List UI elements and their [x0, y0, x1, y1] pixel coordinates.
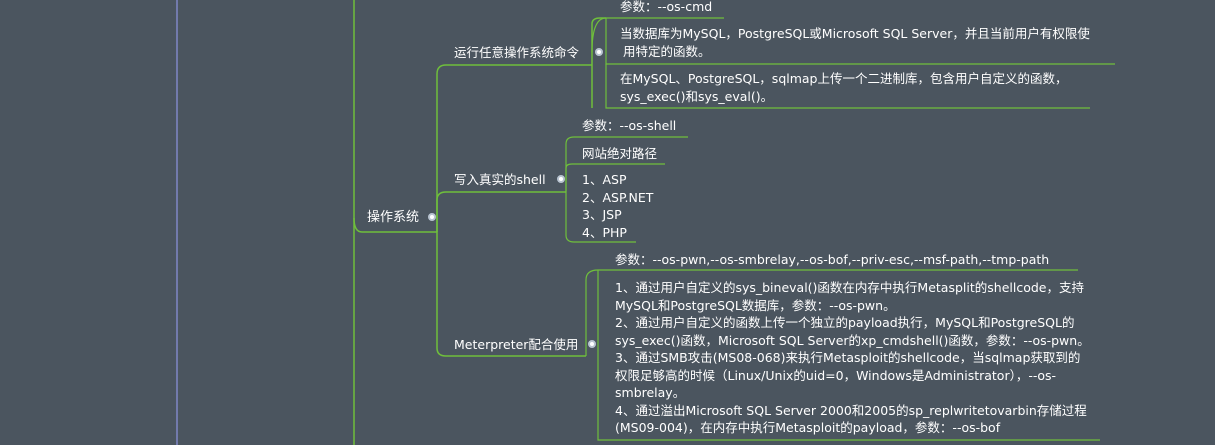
b3-param[interactable]: 参数：--os-pwn,--os-smbrelay,--os-bof,--pri…: [615, 251, 1049, 268]
branch2-connector: [436, 191, 566, 232]
b1-item1-line: 当数据库为MySQL，PostgreSQL或Microsoft SQL Serv…: [620, 26, 1090, 41]
b3-line: 2、通过用户自定义的函数上传一个独立的payload执行，MySQL和Postg…: [615, 315, 1075, 330]
b3-line: 1、通过用户自定义的sys_bineval()函数在内存中执行Metasplit…: [615, 280, 1084, 295]
b2-param-text: 参数：--os-shell: [582, 118, 677, 133]
b3-line: 权限足够高的时候（Linux/Unix的uid=0，Windows是Admini…: [615, 367, 1057, 383]
branch1-connector: [436, 64, 592, 232]
root-collapse-dot[interactable]: [428, 213, 436, 221]
list-item: 4、PHP: [582, 224, 627, 240]
list-item: 1、ASP: [582, 172, 627, 187]
branch3-label: Meterpreter配合使用: [454, 337, 579, 352]
branch1-collapse-dot[interactable]: [595, 48, 603, 56]
b1-item1[interactable]: 当数据库为MySQL，PostgreSQL或Microsoft SQL Serv…: [620, 25, 1090, 60]
branch2-collapse-dot[interactable]: [557, 175, 565, 183]
b3-line: 3、通过SMB攻击(MS08-068)来执行Metasploit的shellco…: [615, 350, 1081, 365]
root-node-os[interactable]: 操作系统: [367, 209, 419, 226]
branch2-label: 写入真实的shell: [454, 172, 546, 187]
b1-item2-line: 在MySQL、PostgreSQL，sqlmap上传一个二进制库，包含用户自定义…: [620, 71, 1068, 86]
b2-param[interactable]: 参数：--os-shell: [582, 117, 676, 134]
b1-item1-line: 用特定的函数。: [623, 43, 711, 59]
b3-line: (MS09-004)，在内存中执行Metasploit的payload，参数：-…: [615, 420, 1001, 435]
b3-description[interactable]: 1、通过用户自定义的sys_bineval()函数在内存中执行Metasplit…: [615, 279, 1090, 437]
branch-write-shell[interactable]: 写入真实的shell: [454, 171, 546, 188]
list-item: 2、ASP.NET: [582, 189, 654, 205]
b1-item2[interactable]: 在MySQL、PostgreSQL，sqlmap上传一个二进制库，包含用户自定义…: [620, 70, 1068, 105]
branch1-label: 运行任意操作系统命令: [454, 45, 580, 60]
b1-param[interactable]: 参数：--os-cmd: [620, 0, 712, 15]
b3-line: 4、通过溢出Microsoft SQL Server 2000和2005的sp_…: [615, 402, 1087, 418]
list-item: 3、JSP: [582, 207, 622, 222]
b3-param-text: 参数：--os-pwn,--os-smbrelay,--os-bof,--pri…: [615, 252, 1050, 267]
b3-line: smbrelay。: [615, 385, 686, 400]
b1-param-text: 参数：--os-cmd: [620, 0, 713, 14]
b3-line: MySQL和PostgreSQL数据库，参数：--os-pwn。: [615, 297, 896, 313]
branch3-collapse-dot[interactable]: [588, 340, 596, 348]
b2-path-title-text: 网站绝对路径: [582, 146, 658, 161]
b2-server-list[interactable]: 1、ASP 2、ASP.NET 3、JSP 4、PHP: [582, 171, 653, 241]
root-label: 操作系统: [367, 210, 420, 225]
b1-item2-line: sys_exec()和sys_eval()。: [620, 88, 774, 104]
b3-line: sys_exec()函数，Microsoft SQL Server的xp_cmd…: [615, 332, 1090, 348]
branch-run-os-command[interactable]: 运行任意操作系统命令: [454, 44, 579, 61]
b2-path-title[interactable]: 网站绝对路径: [582, 145, 657, 162]
branch-meterpreter[interactable]: Meterpreter配合使用: [454, 336, 578, 353]
